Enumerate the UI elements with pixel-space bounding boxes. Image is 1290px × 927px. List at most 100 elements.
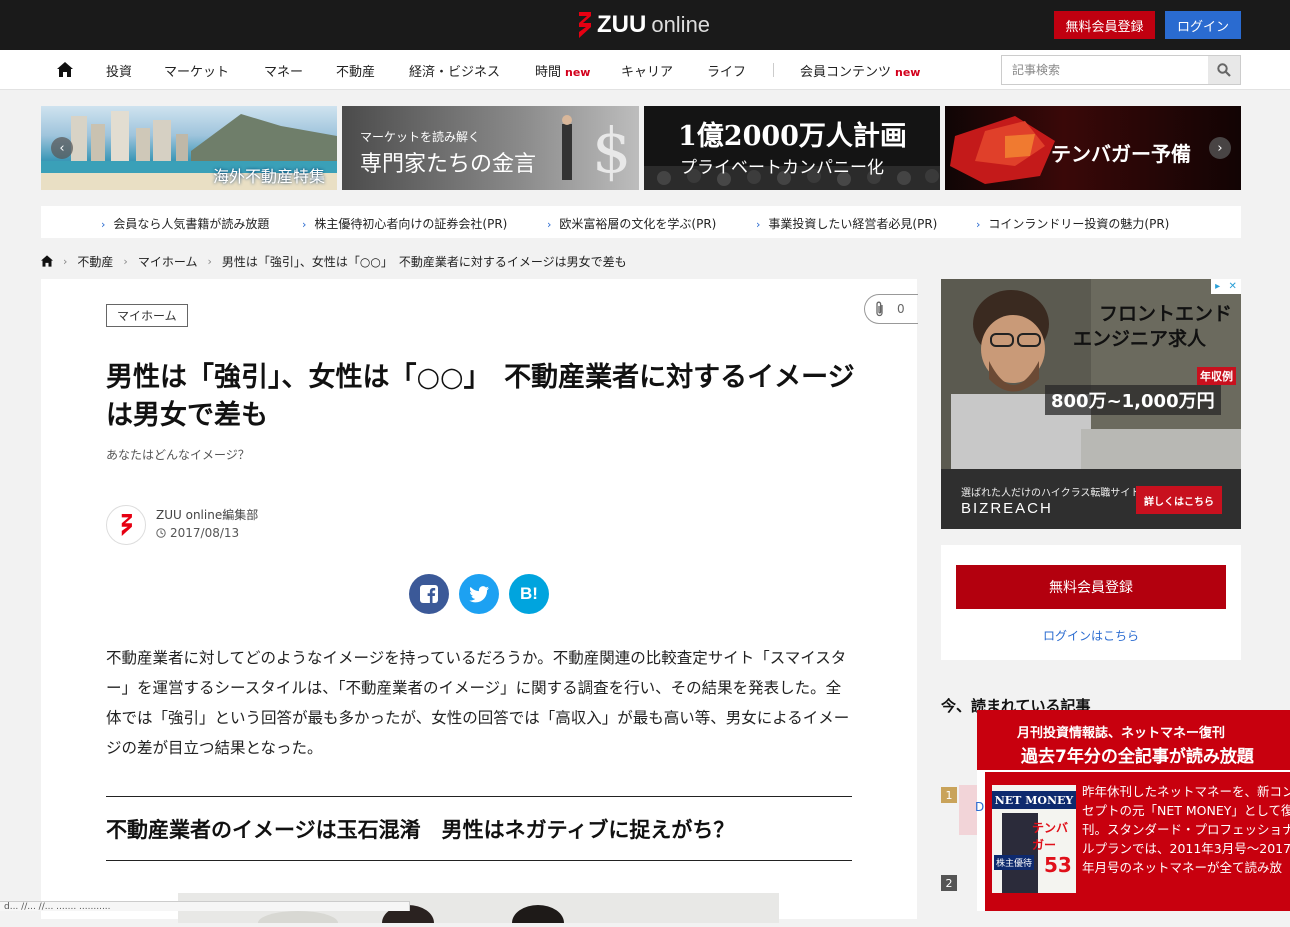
nav-item-career[interactable]: キャリア xyxy=(621,61,673,80)
facebook-share-button[interactable] xyxy=(409,574,449,614)
site-logo[interactable]: ZUU online xyxy=(577,11,710,39)
chevron-right-icon: › xyxy=(756,218,761,231)
popup-line-2: 過去7年分の全記事が読み放題 xyxy=(1021,747,1254,767)
nav-label: マーケット xyxy=(164,65,230,80)
chevron-right-icon: › xyxy=(123,254,128,268)
register-button[interactable]: 無料会員登録 xyxy=(1054,11,1155,39)
nav-item-money[interactable]: マネー xyxy=(264,61,303,80)
sidebar-register-button[interactable]: 無料会員登録 xyxy=(956,565,1226,609)
publish-date: 2017/08/13 xyxy=(156,526,239,540)
breadcrumb: › 不動産 › マイホーム › 男性は「強引」、女性は「○○」 不動産業者に対す… xyxy=(41,253,627,269)
chevron-right-icon: › xyxy=(207,254,212,268)
pr-link[interactable]: › コインランドリー投資の魅力(PR) xyxy=(976,215,1169,232)
search-box xyxy=(1001,55,1241,85)
pr-link-label: 事業投資したい経営者必見(PR) xyxy=(768,217,938,231)
twitter-share-button[interactable] xyxy=(459,574,499,614)
search-input[interactable] xyxy=(1002,56,1209,84)
nav-item-life[interactable]: ライフ xyxy=(707,61,746,80)
clip-button[interactable]: 0 xyxy=(864,294,918,324)
chevron-right-icon: › xyxy=(976,218,981,231)
banner-overseas-real-estate[interactable]: 海外不動産特集 xyxy=(41,106,337,190)
netmoney-popup[interactable]: 月刊投資情報誌、ネットマネー復刊 過去7年分の全記事が読み放題 D NET MO… xyxy=(975,710,1290,911)
author-name[interactable]: ZUU online編集部 xyxy=(156,506,258,523)
banner-2-line1: マーケットを読み解く xyxy=(360,130,481,144)
search-button[interactable] xyxy=(1208,56,1240,84)
nav-item-time[interactable]: 時間 new xyxy=(535,61,590,80)
pr-link[interactable]: › 株主優待初心者向けの証券会社(PR) xyxy=(302,215,507,232)
banner-ten-bagger[interactable]: テンバガー予備 xyxy=(945,106,1241,190)
category-tag[interactable]: マイホーム xyxy=(106,304,188,327)
sidebar-login-link[interactable]: ログインはこちら xyxy=(941,627,1241,644)
pr-link-label: 株主優待初心者向けの証券会社(PR) xyxy=(314,217,508,231)
carousel-next-button[interactable]: › xyxy=(1209,137,1231,159)
banner-120m-plan[interactable]: 1億2000万人計画 プライベートカンパニー化 xyxy=(644,106,940,190)
banner-experts-quotes[interactable]: $ マーケットを読み解く 専門家たちの金言 xyxy=(342,106,639,190)
carousel-prev-button[interactable]: ‹ xyxy=(51,137,73,159)
chevron-right-icon: › xyxy=(547,218,552,231)
main-nav: 投資 マーケット マネー 不動産 経済・ビジネス 時間 new キャリア ライフ … xyxy=(0,50,1290,90)
hatena-bookmark-icon: B! xyxy=(520,584,538,603)
article-body: 不動産業者に対してどのようなイメージを持っているだろうか。不動産関連の比較査定サ… xyxy=(106,649,850,757)
ad-salary-label: 年収例 xyxy=(1197,367,1236,385)
home-icon[interactable] xyxy=(57,62,73,77)
nav-item-investment[interactable]: 投資 xyxy=(106,61,132,80)
nav-item-market[interactable]: マーケット xyxy=(164,61,229,80)
nav-label: 会員コンテンツ xyxy=(800,65,892,80)
nav-item-economy-business[interactable]: 経済・ビジネス xyxy=(409,61,500,80)
banner-1-text: 海外不動産特集 xyxy=(213,167,326,186)
pr-link-label: 欧米富裕層の文化を学ぶ(PR) xyxy=(559,217,717,231)
clip-count: 0 xyxy=(897,302,905,316)
chevron-left-icon: ‹ xyxy=(59,140,65,156)
zuu-logo-mark-icon xyxy=(579,12,591,38)
nav-label: ライフ xyxy=(707,65,747,80)
pr-link[interactable]: › 事業投資したい経営者必見(PR) xyxy=(756,215,937,232)
chevron-right-icon: › xyxy=(1217,140,1223,156)
svg-text:$: $ xyxy=(592,114,631,187)
banner-3-line1: 1億2000万人計画 xyxy=(678,121,907,152)
nav-label: 不動産 xyxy=(336,65,376,80)
nav-divider xyxy=(773,63,774,77)
breadcrumb-real-estate[interactable]: 不動産 xyxy=(77,253,113,270)
close-icon: ✕ xyxy=(1228,281,1237,292)
login-button[interactable]: ログイン xyxy=(1165,11,1241,39)
nav-label: キャリア xyxy=(621,65,674,80)
sidebar-ad[interactable]: ▸ ✕ フロントエンド エンジニア求人 年収例 800万~1,000万円 選ばれた… xyxy=(941,279,1241,529)
search-icon xyxy=(1217,63,1231,77)
ad-cta-button[interactable]: 詳しくはこちら xyxy=(1136,486,1222,514)
ad-info-icon: ▸ xyxy=(1215,281,1221,292)
popup-tab[interactable]: D xyxy=(975,800,984,814)
sidebar-register-box: 無料会員登録 ログインはこちら xyxy=(941,545,1241,660)
magazine-title: NET MONEY xyxy=(992,791,1076,809)
article-heading: 不動産業者のイメージは玉石混淆 男性はネガティブに捉えがち？ xyxy=(106,796,852,861)
breadcrumb-my-home[interactable]: マイホーム xyxy=(138,253,198,270)
chevron-right-icon: › xyxy=(63,254,68,268)
chevron-right-icon: › xyxy=(302,218,307,231)
new-badge: new xyxy=(565,66,591,79)
banner-3-line2: プライベートカンパニー化 xyxy=(680,158,884,178)
nav-item-real-estate[interactable]: 不動産 xyxy=(336,61,375,80)
pr-link-label: 会員なら人気書籍が読み放題 xyxy=(113,217,270,231)
nav-item-member-content[interactable]: 会員コンテンツ new xyxy=(800,61,920,80)
ad-choices[interactable]: ▸ ✕ xyxy=(1211,279,1241,294)
pr-link[interactable]: › 会員なら人気書籍が読み放題 xyxy=(101,215,269,232)
pr-links-bar: › 会員なら人気書籍が読み放題 › 株主優待初心者向けの証券会社(PR) › 欧米富裕… xyxy=(41,206,1241,238)
magazine-cover-text: テンバガー xyxy=(1032,821,1069,852)
magazine-sub: 株主優待 xyxy=(994,855,1035,870)
author-avatar[interactable] xyxy=(106,505,146,545)
twitter-icon xyxy=(469,585,489,602)
nav-label: マネー xyxy=(264,65,304,80)
nav-label: 投資 xyxy=(106,65,133,80)
home-icon[interactable] xyxy=(41,255,53,267)
browser-status-bar: d... //... //... ....... ........... xyxy=(0,901,410,911)
article-title: 男性は「強引」、女性は「○○」 不動産業者に対するイメージは男女で差も xyxy=(106,362,855,431)
ad-salary: 800万~1,000万円 xyxy=(1045,385,1221,415)
banner-2-line2: 専門家たちの金言 xyxy=(360,152,537,177)
magazine-cover[interactable]: NET MONEY テンバガー 株主優待 53 xyxy=(992,785,1076,893)
popup-line-1: 月刊投資情報誌、ネットマネー復刊 xyxy=(1017,726,1226,741)
rank-badge: 2 xyxy=(941,875,957,891)
hatena-bookmark-button[interactable]: B! xyxy=(509,574,549,614)
facebook-icon xyxy=(420,585,438,603)
pr-link[interactable]: › 欧米富裕層の文化を学ぶ(PR) xyxy=(547,215,716,232)
logo-suffix: online xyxy=(651,12,711,37)
article-subtitle: あなたはどんなイメージ？ xyxy=(106,448,250,462)
